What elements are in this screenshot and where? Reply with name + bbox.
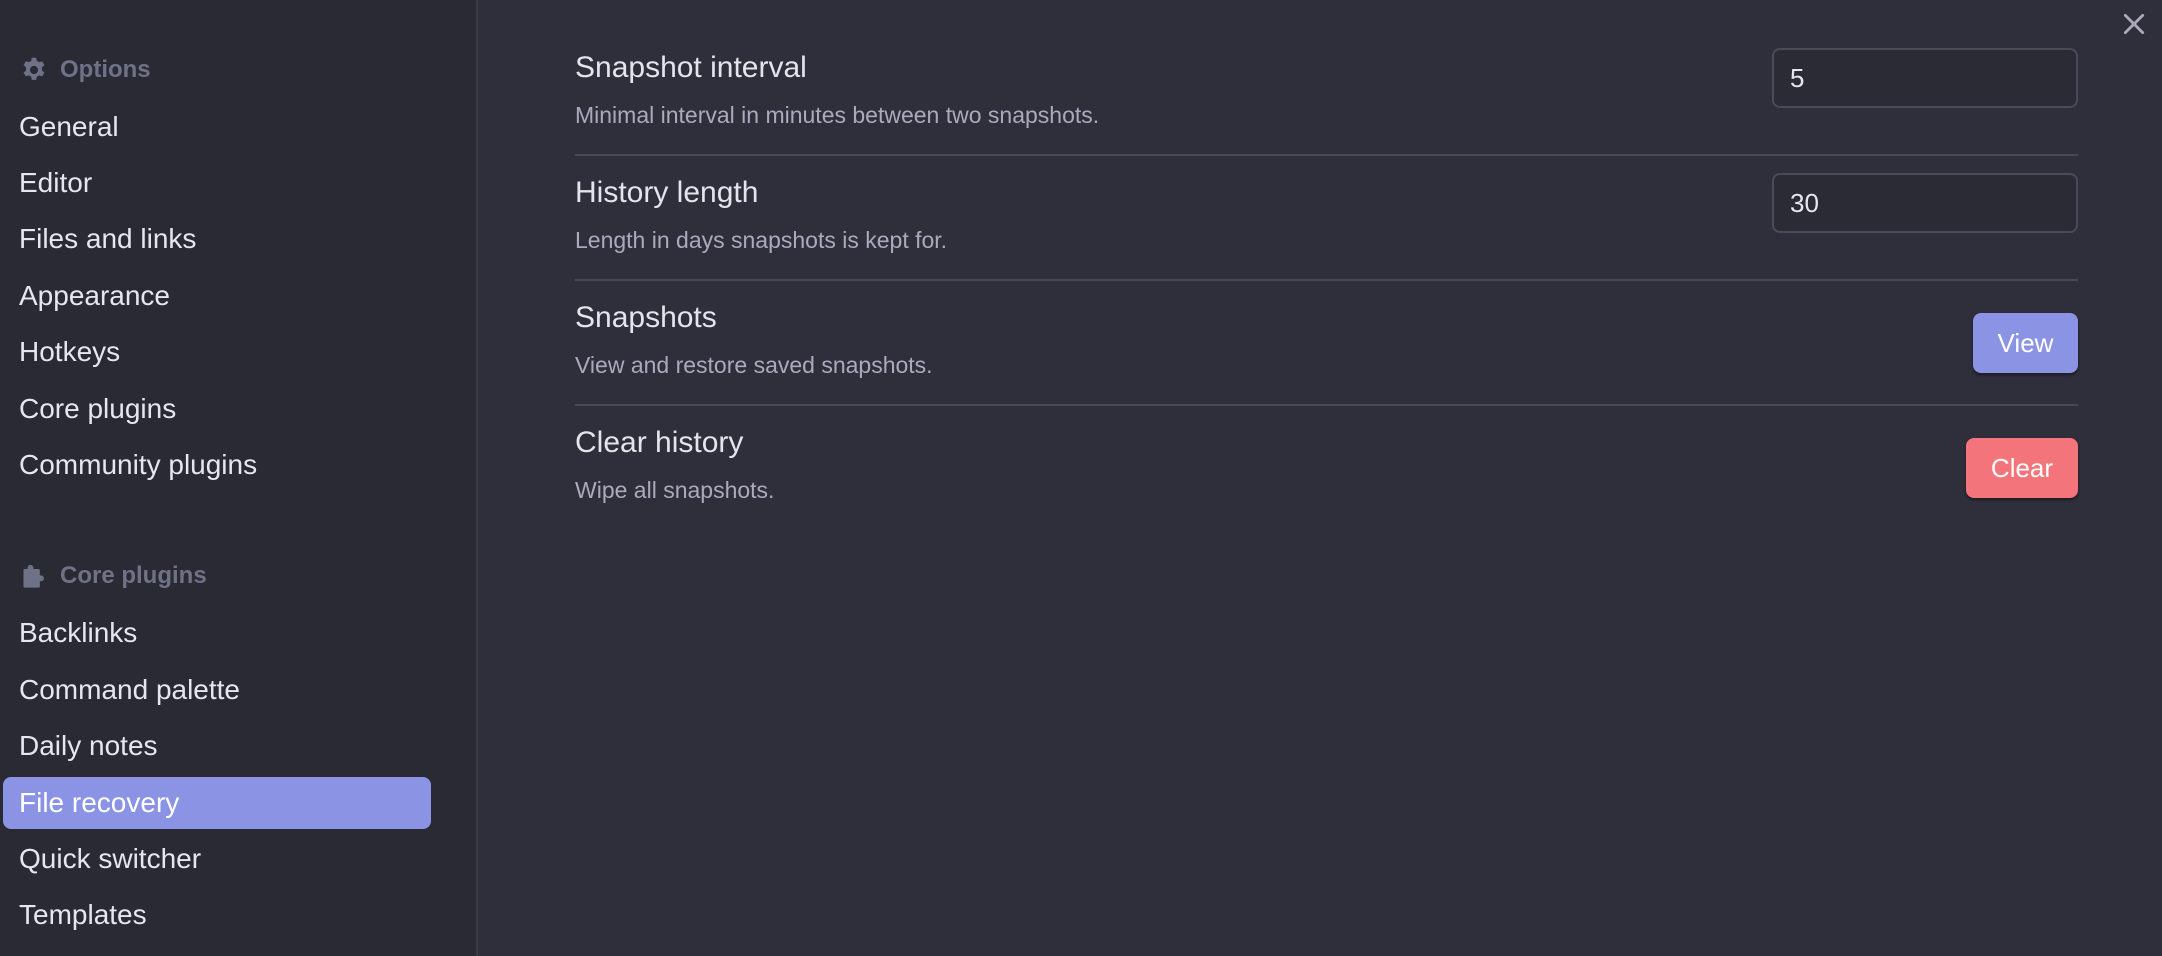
sidebar-item-quick-switcher[interactable]: Quick switcher: [3, 833, 431, 885]
setting-history-length: History length Length in days snapshots …: [575, 156, 2078, 281]
core-plugins-header-label: Core plugins: [60, 562, 207, 589]
sidebar-item-label: Appearance: [19, 280, 171, 311]
setting-snapshot-interval: Snapshot interval Minimal interval in mi…: [575, 31, 2078, 156]
setting-description: Length in days snapshots is kept for.: [575, 227, 948, 253]
setting-name: Snapshot interval: [575, 51, 807, 84]
setting-description: Wipe all snapshots.: [575, 477, 775, 503]
sidebar-item-label: Editor: [19, 167, 93, 198]
sidebar-item-label: Hotkeys: [19, 336, 121, 367]
sidebar-item-label: Templates: [19, 899, 147, 930]
setting-name: Clear history: [575, 426, 744, 459]
history-length-input[interactable]: [1772, 173, 2078, 233]
setting-description: Minimal interval in minutes between two …: [575, 102, 1100, 128]
sidebar-item-templates[interactable]: Templates: [3, 889, 431, 941]
sidebar-item-label: Files and links: [19, 223, 197, 254]
puzzle-icon: [20, 562, 48, 590]
sidebar-item-label: Community plugins: [19, 449, 258, 480]
clear-history-button[interactable]: Clear: [1966, 438, 2078, 498]
sidebar-item-label: File recovery: [19, 787, 180, 818]
setting-snapshots: Snapshots View and restore saved snapsho…: [575, 281, 2078, 406]
sidebar-item-label: Core plugins: [19, 393, 177, 424]
close-icon: [2121, 11, 2147, 42]
setting-clear-history: Clear history Wipe all snapshots. Clear: [575, 406, 2078, 531]
sidebar-item-general[interactable]: General: [3, 101, 431, 153]
sidebar-item-community-plugins[interactable]: Community plugins: [3, 439, 431, 491]
sidebar-item-daily-notes[interactable]: Daily notes: [3, 720, 431, 772]
sidebar-item-core-plugins[interactable]: Core plugins: [3, 383, 431, 435]
sidebar-item-editor[interactable]: Editor: [3, 157, 431, 209]
close-button[interactable]: [2114, 6, 2154, 46]
options-header-label: Options: [60, 56, 151, 83]
sidebar-item-label: Quick switcher: [19, 843, 202, 874]
sidebar-item-file-recovery[interactable]: File recovery: [3, 777, 431, 829]
settings-sidebar: Options General Editor Files and links A…: [0, 0, 478, 956]
setting-name: Snapshots: [575, 301, 717, 334]
sidebar-item-label: Backlinks: [19, 617, 138, 648]
settings-window: Options General Editor Files and links A…: [0, 0, 2162, 956]
view-snapshots-button[interactable]: View: [1973, 313, 2078, 373]
sidebar-item-hotkeys[interactable]: Hotkeys: [3, 326, 431, 378]
sidebar-item-files-and-links[interactable]: Files and links: [3, 213, 431, 265]
sidebar-item-label: Command palette: [19, 674, 241, 705]
core-plugins-section-header: Core plugins: [20, 556, 207, 596]
setting-name: History length: [575, 176, 759, 209]
sidebar-item-command-palette[interactable]: Command palette: [3, 664, 431, 716]
sidebar-item-label: Daily notes: [19, 730, 158, 761]
gear-icon: [20, 56, 48, 84]
snapshot-interval-input[interactable]: [1772, 48, 2078, 108]
sidebar-item-backlinks[interactable]: Backlinks: [3, 607, 431, 659]
options-section-header: Options: [20, 50, 151, 90]
settings-content: Snapshot interval Minimal interval in mi…: [478, 0, 2162, 956]
sidebar-item-label: General: [19, 111, 119, 142]
sidebar-item-appearance[interactable]: Appearance: [3, 270, 431, 322]
setting-description: View and restore saved snapshots.: [575, 352, 933, 378]
